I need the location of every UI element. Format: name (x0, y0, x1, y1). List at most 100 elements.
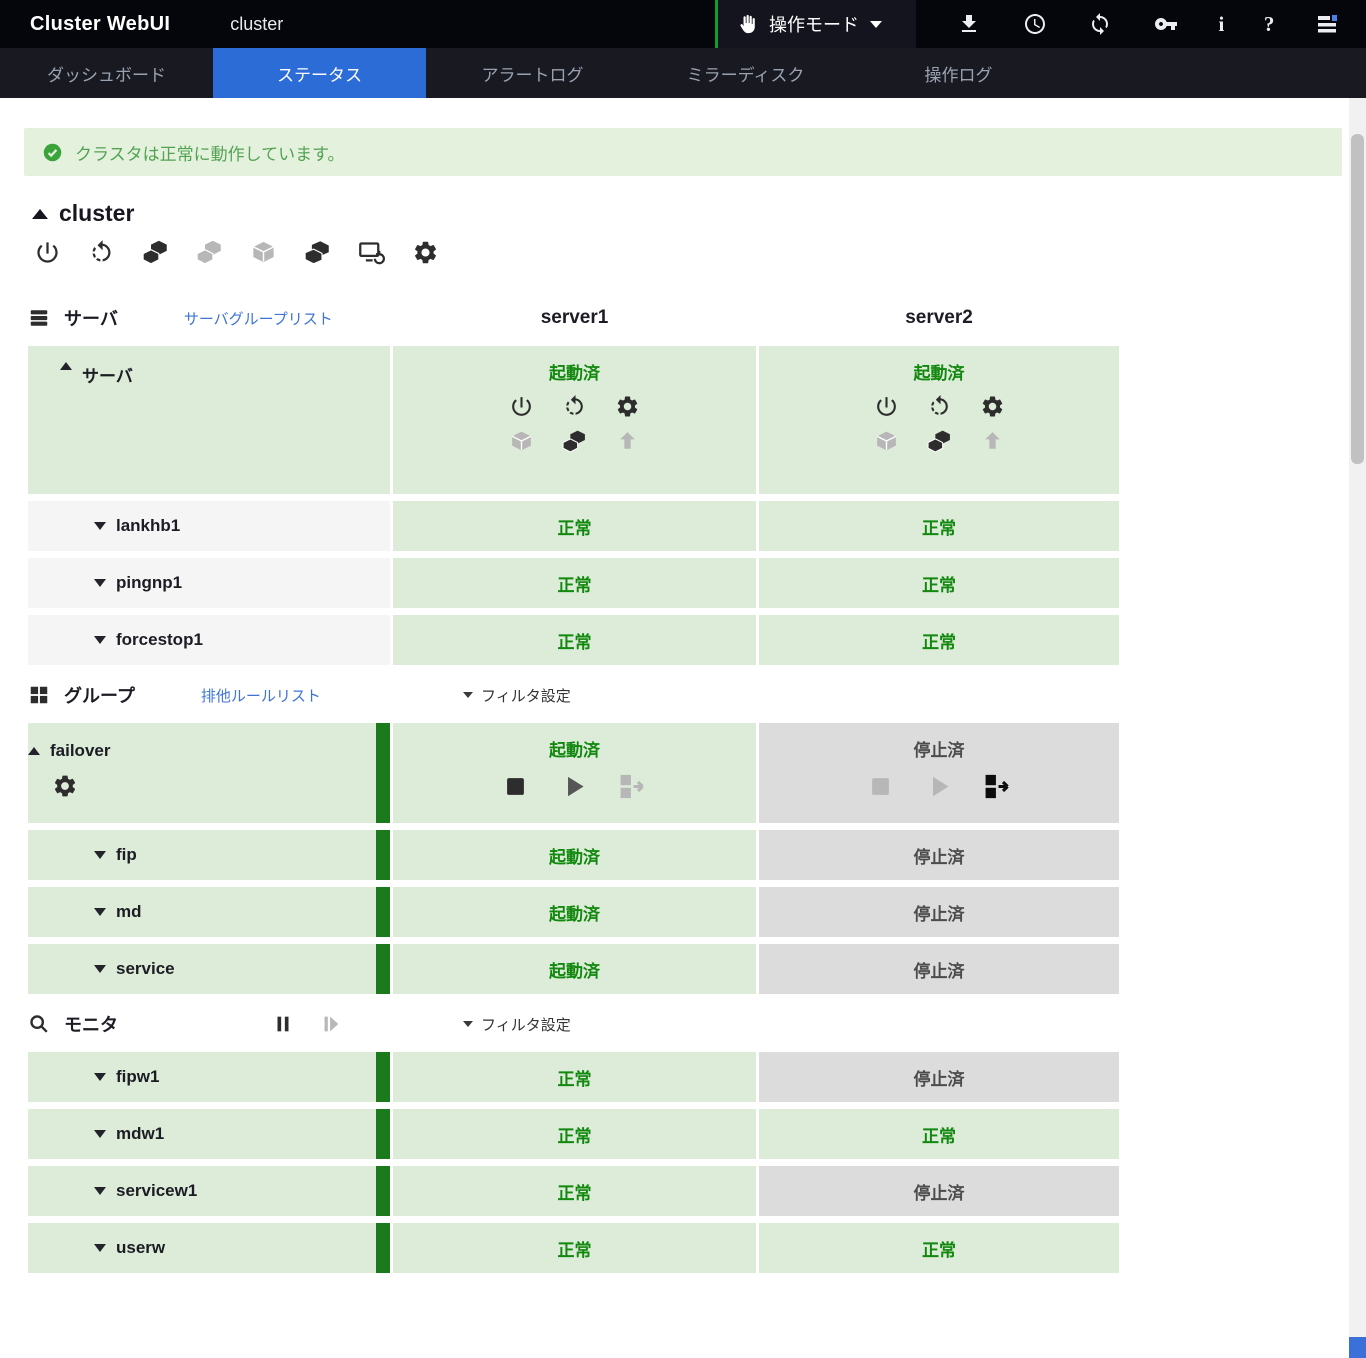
cluster-title[interactable]: cluster (32, 200, 1366, 227)
restart-icon[interactable] (88, 239, 115, 266)
scrollbar-thumb[interactable] (1351, 134, 1364, 464)
start-group-icon[interactable] (559, 771, 590, 802)
expand-icon (94, 908, 106, 916)
search-icon (28, 1013, 50, 1035)
gear-icon[interactable] (412, 239, 439, 266)
operation-mode-label: 操作モード (769, 11, 859, 37)
power-icon[interactable] (34, 239, 61, 266)
pause-monitors-icon[interactable] (272, 1013, 294, 1035)
resume-monitors-icon[interactable] (320, 1013, 342, 1035)
start-groups-icon[interactable] (927, 429, 952, 454)
filter-label: フィルタ設定 (481, 685, 571, 706)
tab-status[interactable]: ステータス (213, 48, 426, 98)
restart-icon[interactable] (927, 394, 952, 419)
row-service[interactable]: service (28, 944, 390, 994)
power-icon[interactable] (509, 394, 534, 419)
status-cell: 停止済 (759, 1052, 1119, 1102)
cluster-name: cluster (230, 14, 283, 35)
status-cell: 正常 (393, 1223, 756, 1273)
group-icon (28, 684, 50, 706)
status-cell: 正常 (393, 1166, 756, 1216)
row-fip[interactable]: fip (28, 830, 390, 880)
failover-move-icon[interactable] (983, 771, 1014, 802)
clock-icon[interactable] (1022, 11, 1048, 37)
collapse-icon (28, 747, 40, 755)
status-cell: 停止済 (759, 944, 1119, 994)
status-cell: 正常 (393, 558, 756, 608)
filter-label: フィルタ設定 (481, 1014, 571, 1035)
tab-mirror-disk[interactable]: ミラーディスク (639, 48, 852, 98)
expand-icon (94, 1130, 106, 1138)
stop-group-icon[interactable] (865, 771, 896, 802)
resume-all-groups-icon[interactable] (304, 239, 331, 266)
status-cell: 正常 (759, 615, 1119, 665)
row-label: failover (50, 741, 110, 761)
server-summary-row-label[interactable]: サーバ (28, 346, 390, 494)
status-cell: 起動済 (393, 887, 756, 937)
cluster-actions (34, 239, 1366, 266)
row-md[interactable]: md (28, 887, 390, 937)
servers-section-title: サーバ (64, 305, 118, 331)
status-text: 起動済 (549, 359, 600, 384)
exclusion-rule-list-link[interactable]: 排他ルールリスト (201, 685, 321, 706)
recover-icon[interactable] (615, 429, 640, 454)
failover-server1-cell: 起動済 (393, 723, 756, 823)
move-group-icon[interactable] (509, 429, 534, 454)
download-icon[interactable] (956, 11, 982, 37)
hand-icon (736, 13, 758, 35)
monitors-filter-toggle[interactable]: フィルタ設定 (463, 1014, 756, 1035)
caret-down-icon (870, 21, 882, 28)
row-fipw1[interactable]: fipw1 (28, 1052, 390, 1102)
info-icon[interactable]: i (1218, 12, 1224, 37)
power-icon[interactable] (874, 394, 899, 419)
monitors-section-header: モニタ フィルタ設定 (28, 996, 1366, 1052)
help-icon[interactable]: ? (1264, 12, 1275, 37)
gear-icon[interactable] (52, 773, 78, 799)
row-lankhb1[interactable]: lankhb1 (28, 501, 390, 551)
failover-server2-cell: 停止済 (759, 723, 1119, 823)
server-icon (28, 307, 50, 329)
row-mdw1[interactable]: mdw1 (28, 1109, 390, 1159)
status-cell: 正常 (759, 501, 1119, 551)
status-cell: 正常 (393, 615, 756, 665)
gear-icon[interactable] (980, 394, 1005, 419)
failover-move-icon[interactable] (618, 771, 649, 802)
tab-dashboard[interactable]: ダッシュボード (0, 48, 213, 98)
tab-alert-log[interactable]: アラートログ (426, 48, 639, 98)
stop-group-icon[interactable] (500, 771, 531, 802)
refresh-icon[interactable] (1087, 11, 1113, 37)
move-group-icon[interactable] (874, 429, 899, 454)
expand-icon (94, 636, 106, 644)
group-accent-bar (376, 1052, 390, 1102)
row-label: pingnp1 (116, 573, 182, 593)
vertical-scrollbar[interactable] (1349, 98, 1366, 1358)
row-failover[interactable]: failover (28, 723, 390, 823)
move-group-icon[interactable] (250, 239, 277, 266)
row-pingnp1[interactable]: pingnp1 (28, 558, 390, 608)
status-cell: 正常 (393, 501, 756, 551)
server-group-list-link[interactable]: サーバグループリスト (184, 308, 333, 329)
menu-icon[interactable] (1314, 11, 1340, 37)
mirror-screen-icon[interactable] (358, 239, 385, 266)
start-groups-icon[interactable] (562, 429, 587, 454)
row-label: servicew1 (116, 1181, 197, 1201)
status-cell: 起動済 (393, 830, 756, 880)
servers-table: サーバ 起動済 起動済 (28, 346, 1366, 665)
row-servicew1[interactable]: servicew1 (28, 1166, 390, 1216)
tab-operation-log[interactable]: 操作ログ (852, 48, 1065, 98)
recover-icon[interactable] (980, 429, 1005, 454)
row-forcestop1[interactable]: forcestop1 (28, 615, 390, 665)
start-all-groups-icon[interactable] (142, 239, 169, 266)
row-userw[interactable]: userw (28, 1223, 390, 1273)
gear-icon[interactable] (615, 394, 640, 419)
groups-filter-toggle[interactable]: フィルタ設定 (463, 685, 756, 706)
restart-icon[interactable] (562, 394, 587, 419)
groups-section-title: グループ (64, 682, 135, 708)
stop-all-groups-icon[interactable] (196, 239, 223, 266)
key-icon[interactable] (1153, 11, 1179, 37)
groups-table: failover 起動済 停止済 fip (28, 723, 1366, 994)
start-group-icon[interactable] (924, 771, 955, 802)
group-accent-bar (376, 944, 390, 994)
operation-mode-dropdown[interactable]: 操作モード (715, 0, 916, 48)
main-content: cluster サーバ (0, 200, 1366, 1273)
